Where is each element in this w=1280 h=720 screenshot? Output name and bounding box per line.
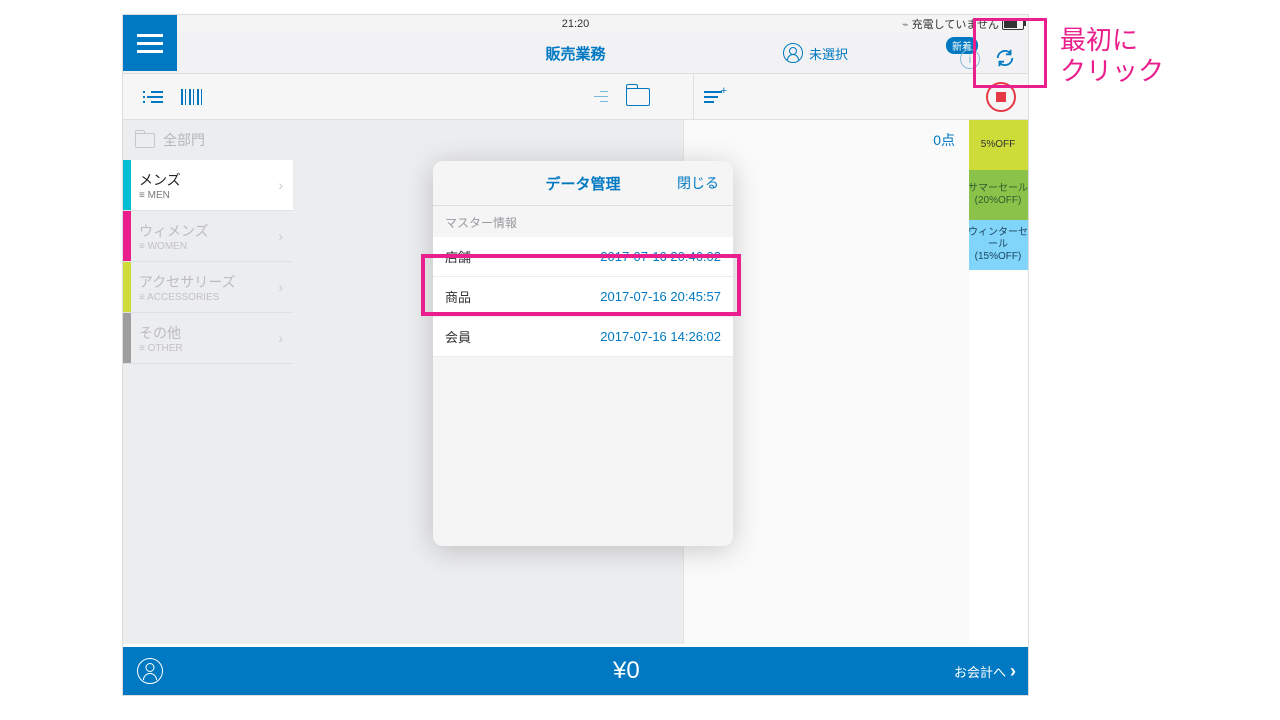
sort-add-icon[interactable]	[704, 89, 724, 105]
status-right: ⌁ 充電していません	[902, 16, 1024, 32]
chevron-right-icon: ›	[278, 330, 283, 346]
sidebar-category-2[interactable]: アクセサリーズ ≡ ACCESSORIES ›	[123, 262, 293, 313]
user-icon	[137, 658, 163, 684]
cart-count: 0点	[684, 120, 969, 160]
data-management-popover: データ管理 閉じる マスター情報 店舗 2017-07-16 20:46:02商…	[433, 161, 733, 546]
discount-button-2[interactable]: ウィンターセール (15%OFF)	[968, 220, 1028, 270]
row-timestamp: 2017-07-16 20:45:57	[600, 289, 721, 304]
checkout-label: お会計へ	[954, 662, 1006, 681]
category-color-bar	[123, 211, 131, 261]
user-icon	[783, 43, 803, 63]
discount-button-1[interactable]: サマーセール (20%OFF)	[968, 170, 1028, 220]
checkout-button[interactable]: お会計へ ›	[954, 661, 1016, 682]
row-label: 商品	[445, 287, 471, 306]
footer-bar: ¥0 お会計へ ›	[123, 647, 1028, 695]
sidebar-category-1[interactable]: ウィメンズ ≡ WOMEN ›	[123, 211, 293, 262]
row-timestamp: 2017-07-16 20:46:02	[600, 249, 721, 264]
all-departments[interactable]: 全部門	[123, 120, 293, 160]
total-amount: ¥0	[613, 657, 640, 685]
category-name: メンズ	[139, 170, 278, 190]
sidebar: 全部門 メンズ ≡ MEN › ウィメンズ ≡ WOMEN › アクセサリーズ …	[123, 120, 293, 644]
master-row-0[interactable]: 店舗 2017-07-16 20:46:02	[433, 237, 733, 277]
menu-button[interactable]	[123, 15, 177, 71]
checklist-icon[interactable]	[588, 90, 608, 104]
barcode-icon[interactable]	[181, 89, 203, 105]
annotation-text: 最初に クリック	[1060, 25, 1164, 87]
battery-icon	[1002, 18, 1024, 30]
category-color-bar	[123, 262, 131, 312]
chevron-right-icon: ›	[278, 279, 283, 295]
folder-gray-icon	[135, 133, 155, 148]
category-sub: ≡ MEN	[139, 190, 278, 201]
master-row-1[interactable]: 商品 2017-07-16 20:45:57	[433, 277, 733, 317]
all-depts-label: 全部門	[163, 130, 205, 150]
chevron-right-icon: ›	[1010, 661, 1016, 682]
row-label: 会員	[445, 327, 471, 346]
close-button[interactable]: 閉じる	[677, 173, 719, 193]
sidebar-category-3[interactable]: その他 ≡ OTHER ›	[123, 313, 293, 364]
footer-user-button[interactable]	[123, 658, 177, 684]
status-bar: iPad 21:20 ⌁ 充電していません	[123, 15, 1028, 33]
user-status-label: 未選択	[809, 44, 848, 63]
page-title: 販売業務	[545, 43, 605, 64]
device-frame: iPad 21:20 ⌁ 充電していません 販売業務 未選択 新着 i	[123, 15, 1028, 695]
category-name: ウィメンズ	[139, 221, 278, 241]
refresh-button[interactable]	[994, 47, 1016, 69]
info-button[interactable]: i	[960, 49, 980, 69]
status-time: 21:20	[562, 18, 590, 30]
folder-icon[interactable]	[626, 88, 650, 106]
popover-header: データ管理 閉じる	[433, 161, 733, 206]
discount-button-0[interactable]: 5%OFF	[968, 120, 1028, 170]
user-selector[interactable]: 未選択	[783, 43, 848, 63]
category-name: その他	[139, 323, 278, 343]
master-row-2[interactable]: 会員 2017-07-16 14:26:02	[433, 317, 733, 357]
category-color-bar	[123, 313, 131, 363]
category-color-bar	[123, 160, 131, 210]
chevron-right-icon: ›	[278, 177, 283, 193]
hamburger-icon	[137, 42, 163, 45]
category-sub: ≡ OTHER	[139, 343, 278, 354]
category-name: アクセサリーズ	[139, 272, 278, 292]
record-button[interactable]	[986, 82, 1016, 112]
chevron-right-icon: ›	[278, 228, 283, 244]
bluetooth-icon: ⌁	[902, 18, 909, 31]
popover-title: データ管理	[545, 173, 620, 194]
section-header: マスター情報	[433, 206, 733, 237]
row-label: 店舗	[445, 247, 471, 266]
popover-body: マスター情報 店舗 2017-07-16 20:46:02商品 2017-07-…	[433, 206, 733, 546]
category-sub: ≡ ACCESSORIES	[139, 292, 278, 303]
category-sub: ≡ WOMEN	[139, 241, 278, 252]
charging-label: 充電していません	[912, 16, 999, 32]
list-view-icon[interactable]	[143, 90, 163, 104]
row-timestamp: 2017-07-16 14:26:02	[600, 329, 721, 344]
sidebar-category-0[interactable]: メンズ ≡ MEN ›	[123, 160, 293, 211]
nav-bar: 販売業務 未選択 新着 i	[123, 33, 1028, 74]
stop-icon	[996, 92, 1006, 102]
toolbar	[123, 74, 1028, 120]
discount-column: 5%OFFサマーセール (20%OFF)ウィンターセール (15%OFF)	[968, 120, 1028, 644]
